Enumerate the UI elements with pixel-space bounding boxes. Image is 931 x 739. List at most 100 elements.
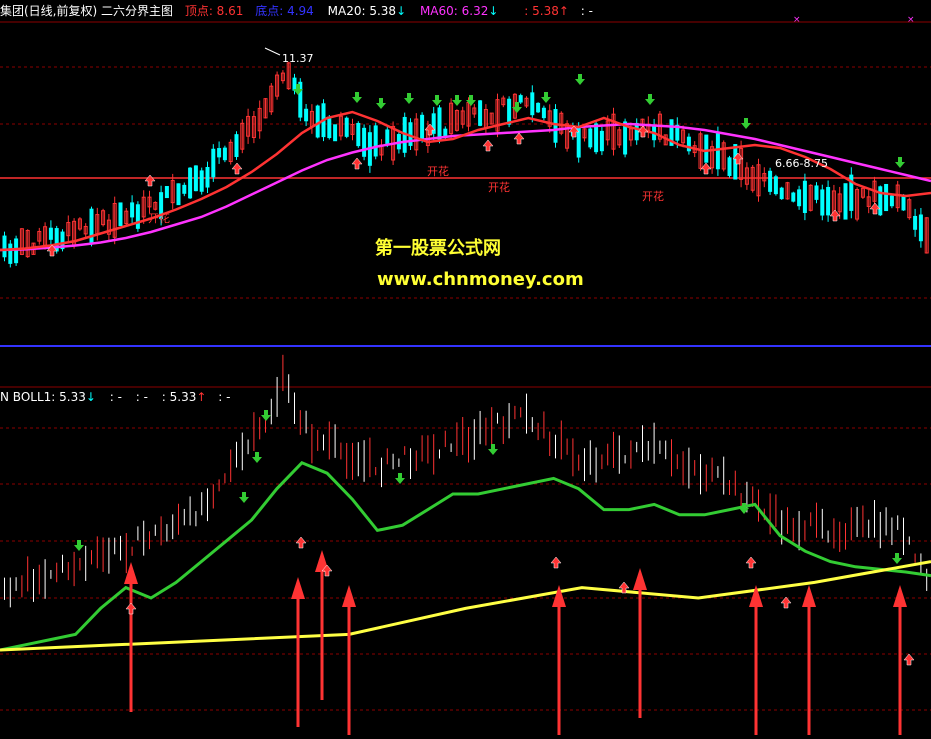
- sep2: : -: [135, 390, 148, 404]
- bottom-tail: : -: [218, 390, 231, 404]
- candle-body: [826, 186, 831, 216]
- candle-body: [507, 98, 512, 125]
- candle-body: [182, 184, 187, 194]
- sell-signal-icon: [645, 94, 655, 105]
- sub-buy-signal-icon: [745, 556, 757, 569]
- boll-label: N BOLL1: 5.33: [0, 390, 86, 404]
- buy-signal-icon: [513, 132, 525, 145]
- candle-body: [797, 189, 802, 207]
- sub-buy-signal-icon: [780, 596, 792, 609]
- long-arrow-head-icon: [633, 568, 647, 590]
- candle-body: [889, 195, 894, 207]
- long-arrow-head-icon: [552, 585, 566, 607]
- candle-body: [913, 215, 918, 230]
- sep1: : -: [109, 390, 122, 404]
- candle-body: [327, 116, 332, 139]
- sell-signal-icon: [432, 95, 442, 106]
- x-marker-icon: ×: [793, 15, 801, 25]
- candle-body: [727, 157, 732, 176]
- candle-body: [205, 167, 210, 188]
- sub-sell-signal-icon: [892, 553, 902, 564]
- buy-signal-icon: [351, 157, 363, 170]
- extra-tail: : -: [580, 4, 593, 18]
- sub-sell-signal-icon: [252, 452, 262, 463]
- candle-body: [234, 134, 239, 158]
- sub-sell-signal-icon: [239, 492, 249, 503]
- sub-buy-signal-icon: [550, 556, 562, 569]
- candle-body: [884, 183, 889, 212]
- ma20-line: [0, 110, 931, 252]
- watermark-url: www.chnmoney.com: [377, 269, 584, 290]
- candle-body: [704, 134, 709, 163]
- sell-signal-icon: [741, 118, 751, 129]
- sub-buy-signal-icon: [125, 602, 137, 615]
- candle-body: [768, 170, 773, 192]
- candle-body: [333, 124, 338, 142]
- flower-label-4: 开花: [642, 190, 664, 203]
- x-marker-icon: ×: [907, 15, 915, 25]
- ma60-label: MA60: 6.32: [419, 4, 489, 18]
- sell-signal-icon: [575, 74, 585, 85]
- candle-body: [918, 214, 923, 242]
- chart-canvas: × ×: [0, 15, 931, 735]
- candle-body: [594, 123, 599, 153]
- candle-body: [843, 183, 848, 220]
- candle-body: [802, 180, 807, 213]
- candle-body: [304, 108, 309, 122]
- candle-body: [536, 102, 541, 113]
- buy-signal-icon: [482, 139, 494, 152]
- ma20-label: MA20: 5.38: [327, 4, 397, 18]
- candle-body: [588, 128, 593, 148]
- candle-body: [356, 122, 361, 147]
- long-arrow-head-icon: [342, 585, 356, 607]
- ma60-line: [0, 122, 931, 252]
- candle-body: [222, 147, 227, 161]
- flower-label-3: 开花: [488, 181, 510, 194]
- candle-body: [541, 107, 546, 119]
- candle-body: [118, 202, 123, 227]
- candle-body: [518, 95, 523, 103]
- buy-signal-icon: [144, 174, 156, 187]
- candle-body: [292, 77, 297, 91]
- candle-body: [634, 122, 639, 141]
- candle-body: [199, 170, 204, 192]
- sub-buy-signal-icon: [295, 536, 307, 549]
- candlesticks: [2, 61, 929, 608]
- range-label: 6.66-8.75: [775, 157, 828, 170]
- long-arrow-head-icon: [893, 585, 907, 607]
- candle-body: [530, 92, 535, 116]
- candle-body: [211, 148, 216, 178]
- sell-signal-icon: [376, 98, 386, 109]
- flower-label-2: 开花: [427, 165, 449, 178]
- candle-body: [8, 243, 13, 264]
- candle-body: [135, 204, 140, 229]
- grid-lines: [0, 21, 931, 711]
- candle-body: [599, 130, 604, 152]
- candle-body: [779, 187, 784, 200]
- high-label: 顶点: 8.61: [184, 4, 244, 18]
- sell-signal-icon: [352, 92, 362, 103]
- candle-body: [89, 208, 94, 245]
- candle-body: [820, 189, 825, 216]
- watermark-title: 第一股票公式网: [375, 238, 501, 259]
- candle-body: [193, 165, 198, 192]
- sell-signal-icon: [452, 95, 462, 106]
- val2-arrow-icon: ↑: [196, 390, 207, 404]
- candle-body: [176, 183, 181, 206]
- candle-body: [48, 227, 53, 240]
- sub-sell-signal-icon: [395, 473, 405, 484]
- flower-label-1: 开花: [148, 212, 170, 225]
- candle-body: [715, 133, 720, 170]
- candle-body: [478, 100, 483, 126]
- ma60-arrow-icon: ↓: [488, 4, 499, 18]
- candle-body: [878, 186, 883, 216]
- boll-arrow-icon: ↓: [85, 390, 96, 404]
- buy-signal-icon: [231, 162, 243, 175]
- peak-pointer: [264, 47, 281, 56]
- candle-body: [130, 202, 135, 218]
- sell-signal-icon: [895, 157, 905, 168]
- sub-sell-signal-icon: [488, 444, 498, 455]
- candle-body: [2, 235, 7, 258]
- sub-sell-signal-icon: [74, 540, 84, 551]
- ma20-arrow-icon: ↓: [396, 4, 407, 18]
